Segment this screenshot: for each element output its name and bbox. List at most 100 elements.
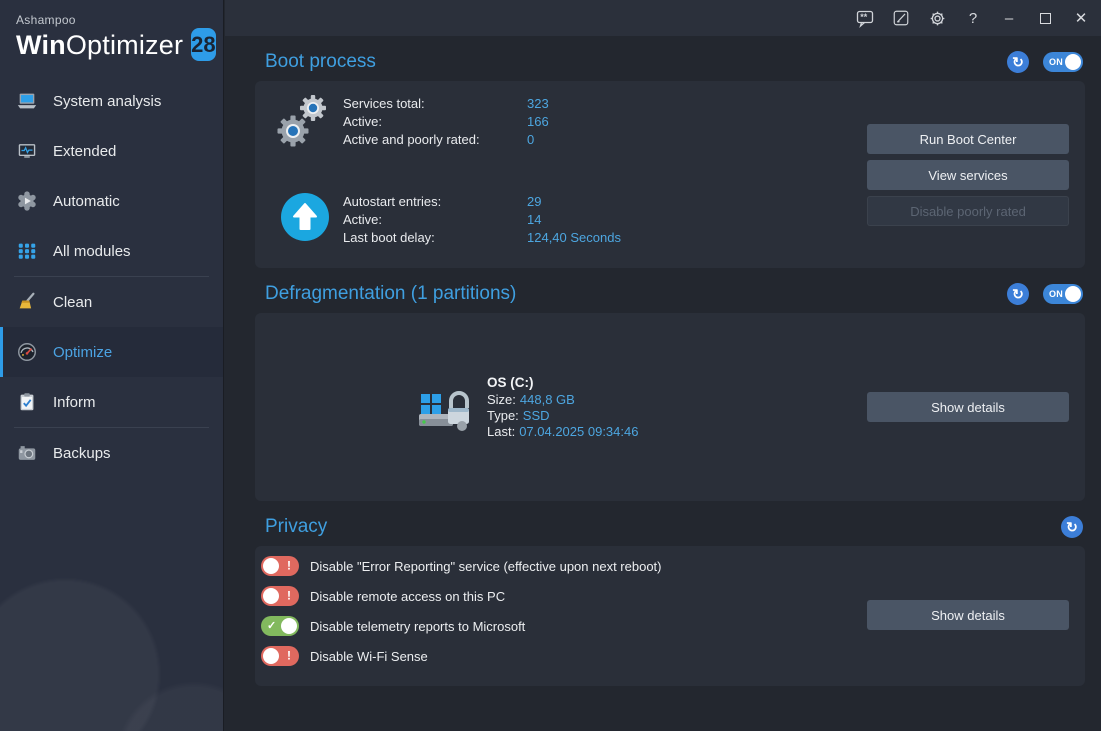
- notes-icon[interactable]: [883, 0, 919, 36]
- sidebar-item-inform[interactable]: Inform: [0, 377, 223, 427]
- run-boot-center-button[interactable]: Run Boot Center: [867, 124, 1069, 154]
- stat-label: Services total:: [343, 95, 527, 113]
- optimize-icon: [15, 340, 39, 364]
- drive-name: OS (C:): [487, 375, 638, 390]
- boot-power-toggle[interactable]: ON: [1043, 52, 1083, 72]
- refresh-icon[interactable]: ↻: [1061, 516, 1083, 538]
- all-modules-icon: [15, 239, 39, 263]
- privacy-toggle-remote-access[interactable]: !: [261, 586, 299, 606]
- section-privacy: Privacy ↻ ! Disable "Error Reporting" se…: [225, 501, 1101, 686]
- privacy-toggle-wifi-sense[interactable]: !: [261, 646, 299, 666]
- maximize-icon[interactable]: [1027, 0, 1063, 36]
- stat-label: Active:: [343, 211, 527, 229]
- titlebar: ** ? – ✕: [225, 0, 1101, 36]
- help-icon[interactable]: ?: [955, 0, 991, 36]
- sidebar-item-system-analysis[interactable]: System analysis: [0, 76, 223, 126]
- stat-value: 124,40 Seconds: [527, 229, 621, 247]
- close-icon[interactable]: ✕: [1063, 0, 1099, 36]
- defragmentation-title: Defragmentation (1 partitions): [265, 283, 1007, 305]
- stat-value: 166: [527, 113, 549, 131]
- toggle-knob: [263, 648, 279, 664]
- sidebar-item-automatic[interactable]: Automatic: [0, 176, 223, 226]
- extended-icon: [15, 139, 39, 163]
- version-badge: 28: [191, 28, 215, 61]
- sidebar-item-label: System analysis: [53, 93, 161, 110]
- backups-icon: [15, 441, 39, 465]
- section-defragmentation: Defragmentation (1 partitions) ↻ ON: [225, 268, 1101, 501]
- privacy-toggle-telemetry[interactable]: ✓: [261, 616, 299, 636]
- sidebar-item-optimize[interactable]: Optimize: [0, 327, 223, 377]
- sidebar-item-label: Backups: [53, 445, 111, 462]
- exclaim-icon: !: [287, 559, 291, 573]
- privacy-toggle-label: Disable "Error Reporting" service (effec…: [310, 559, 662, 574]
- drive-value: 448,8 GB: [520, 392, 575, 407]
- system-analysis-icon: [15, 89, 39, 113]
- privacy-panel: ! Disable "Error Reporting" service (eff…: [255, 546, 1085, 686]
- sidebar: Ashampoo WinOptimizer 28 System analysis…: [0, 0, 224, 731]
- toggle-knob: [263, 588, 279, 604]
- toggle-knob: [1065, 286, 1081, 302]
- privacy-toggle-error-reporting[interactable]: !: [261, 556, 299, 576]
- stat-label: Autostart entries:: [343, 193, 527, 211]
- sidebar-item-clean[interactable]: Clean: [0, 277, 223, 327]
- stat-value: 0: [527, 131, 534, 149]
- refresh-icon[interactable]: ↻: [1007, 283, 1029, 305]
- toggle-knob: [263, 558, 279, 574]
- svg-text:**: **: [860, 12, 868, 22]
- stat-value: 14: [527, 211, 541, 229]
- sidebar-item-label: All modules: [53, 243, 131, 260]
- stat-value: 29: [527, 193, 541, 211]
- stat-label: Last boot delay:: [343, 229, 527, 247]
- stat-label: Active and poorly rated:: [343, 131, 527, 149]
- sidebar-item-all-modules[interactable]: All modules: [0, 226, 223, 276]
- sidebar-item-backups[interactable]: Backups: [0, 428, 223, 478]
- defrag-show-details-button[interactable]: Show details: [867, 392, 1069, 422]
- privacy-toggle-label: Disable remote access on this PC: [310, 589, 505, 604]
- drive-label: Last:: [487, 424, 515, 439]
- inform-icon: [15, 390, 39, 414]
- brand-name: Ashampoo: [16, 13, 209, 27]
- feedback-icon[interactable]: **: [847, 0, 883, 36]
- disable-poorly-rated-button[interactable]: Disable poorly rated: [867, 196, 1069, 226]
- stat-value: 323: [527, 95, 549, 113]
- sidebar-item-label: Optimize: [53, 344, 112, 361]
- privacy-row: ! Disable "Error Reporting" service (eff…: [261, 551, 1085, 581]
- privacy-toggle-label: Disable telemetry reports to Microsoft: [310, 619, 525, 634]
- main-content: Boot process ↻ ON Services total:323: [225, 36, 1101, 731]
- app-logo: Ashampoo WinOptimizer 28: [0, 0, 223, 61]
- drive-value: SSD: [523, 408, 550, 423]
- drive-label: Type:: [487, 408, 519, 423]
- privacy-row: ! Disable Wi-Fi Sense: [261, 641, 1085, 671]
- privacy-title: Privacy: [265, 516, 1061, 538]
- view-services-button[interactable]: View services: [867, 160, 1069, 190]
- sidebar-item-label: Clean: [53, 294, 92, 311]
- refresh-icon[interactable]: ↻: [1007, 51, 1029, 73]
- drive-value: 07.04.2025 09:34:46: [519, 424, 638, 439]
- toggle-knob: [281, 618, 297, 634]
- clean-icon: [15, 290, 39, 314]
- sidebar-item-label: Inform: [53, 394, 96, 411]
- sidebar-item-label: Automatic: [53, 193, 120, 210]
- exclaim-icon: !: [287, 649, 291, 663]
- defrag-power-toggle[interactable]: ON: [1043, 284, 1083, 304]
- privacy-toggle-label: Disable Wi-Fi Sense: [310, 649, 428, 664]
- check-icon: ✓: [267, 619, 276, 632]
- toggle-knob: [1065, 54, 1081, 70]
- sidebar-item-extended[interactable]: Extended: [0, 126, 223, 176]
- autostart-up-arrow-icon: [267, 191, 343, 247]
- exclaim-icon: !: [287, 589, 291, 603]
- settings-gear-icon[interactable]: [919, 0, 955, 36]
- boot-process-title: Boot process: [265, 51, 1007, 73]
- app-window: Ashampoo WinOptimizer 28 System analysis…: [0, 0, 1101, 731]
- sidebar-item-label: Extended: [53, 143, 116, 160]
- drive-label: Size:: [487, 392, 516, 407]
- boot-process-panel: Services total:323 Active:166 Active and…: [255, 81, 1085, 268]
- system-drive-lock-icon: [415, 377, 471, 438]
- minimize-icon[interactable]: –: [991, 0, 1027, 36]
- section-boot-process: Boot process ↻ ON Services total:323: [225, 36, 1101, 268]
- stat-label: Active:: [343, 113, 527, 131]
- sidebar-nav: System analysis Extended Automatic All m…: [0, 76, 223, 478]
- privacy-show-details-button[interactable]: Show details: [867, 600, 1069, 630]
- services-gears-icon: [267, 93, 343, 151]
- app-name: WinOptimizer: [16, 29, 183, 61]
